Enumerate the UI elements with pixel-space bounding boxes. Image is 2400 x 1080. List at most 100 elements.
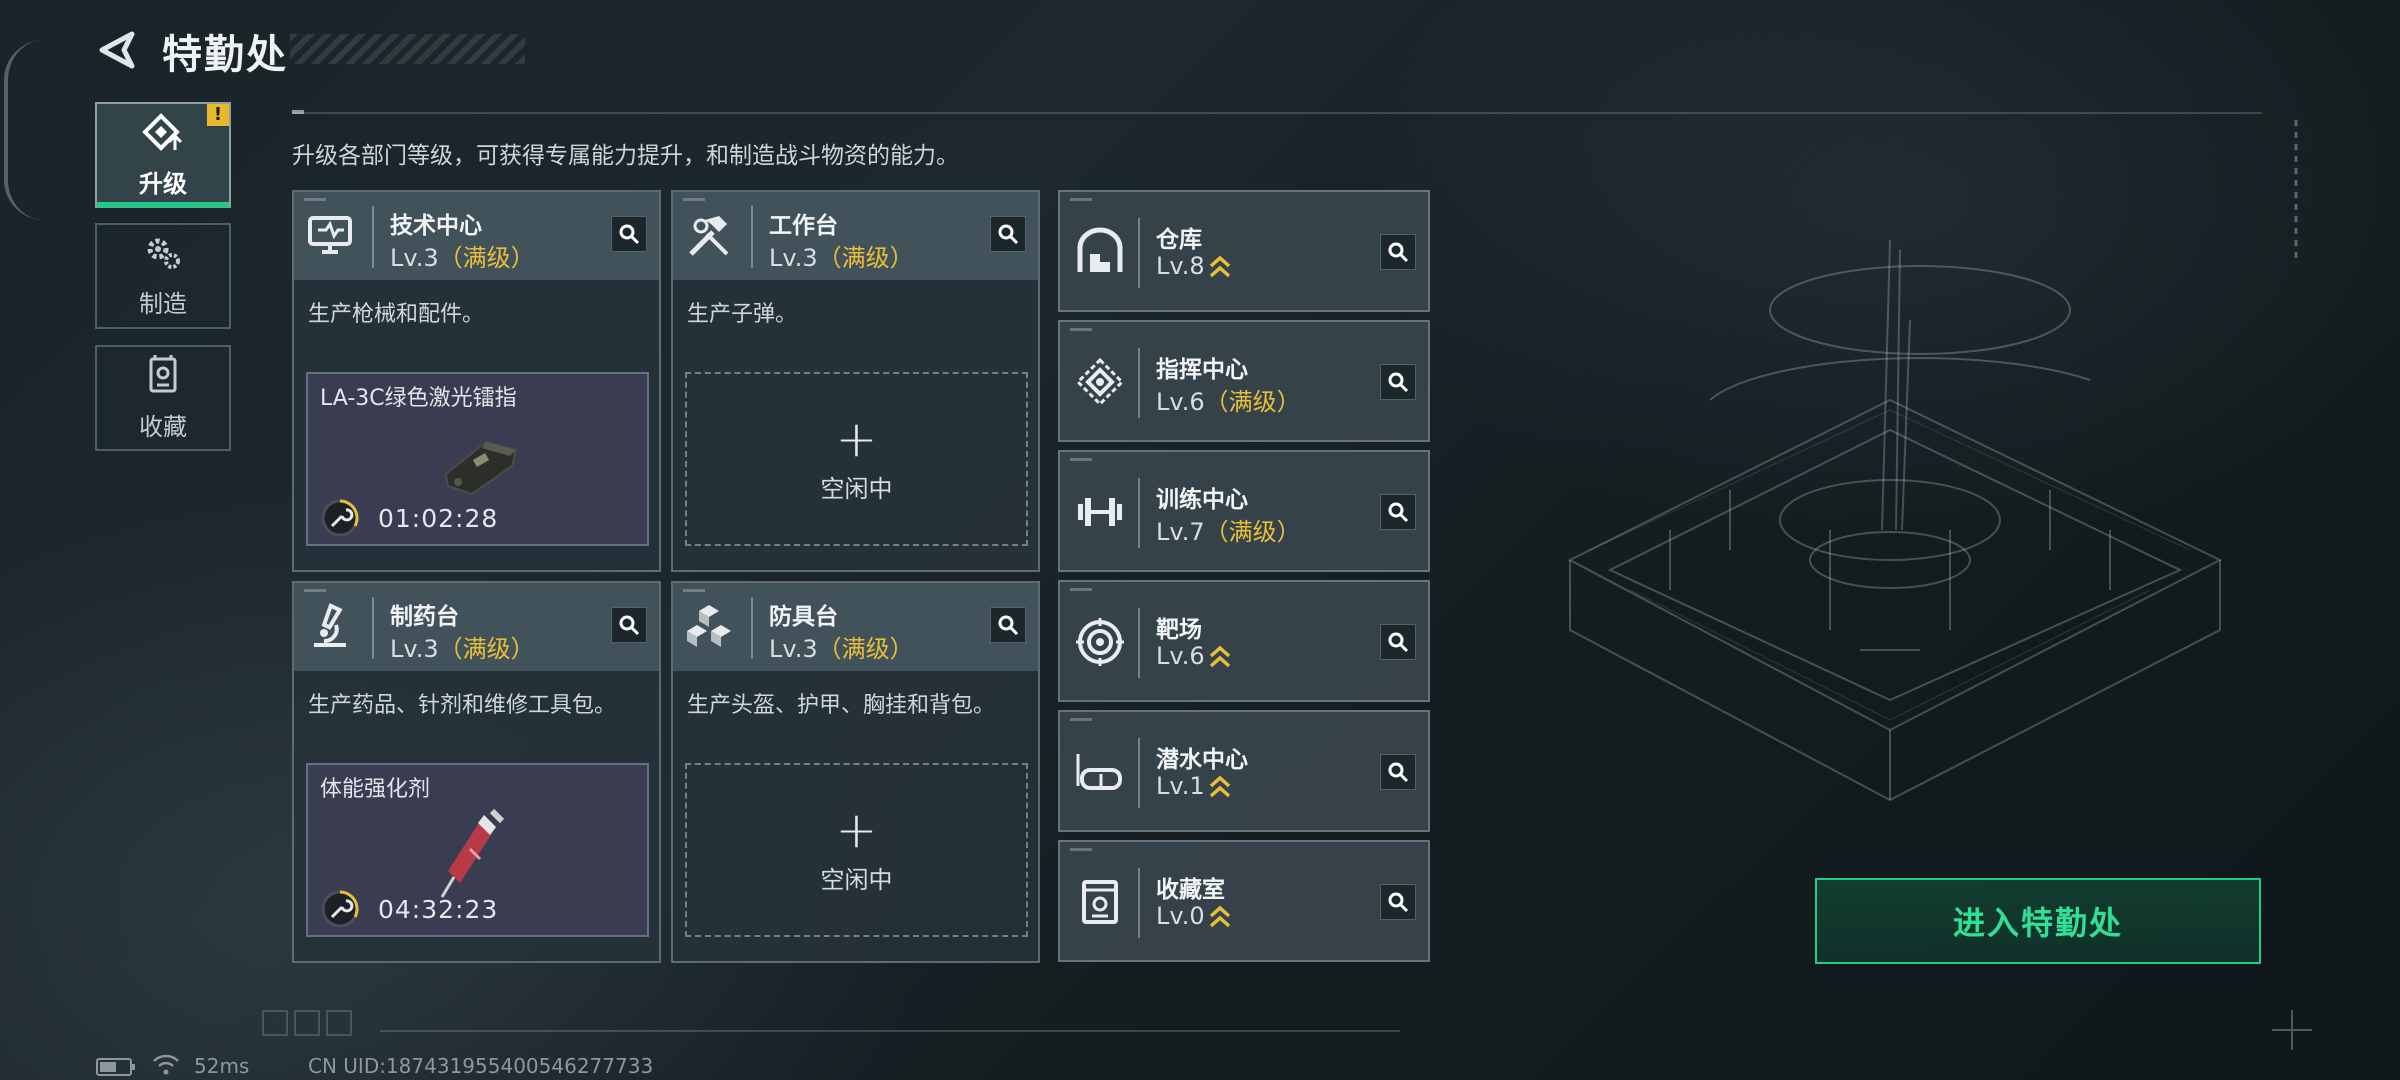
dept-name: 仓库 xyxy=(1156,227,1202,253)
search-button[interactable] xyxy=(990,216,1026,252)
dept-level: Lv.1 xyxy=(1156,772,1231,800)
idle-label: 空闲中 xyxy=(820,865,893,894)
dept-card-warehouse[interactable]: 仓库 Lv.8 xyxy=(1058,190,1430,312)
header-separator xyxy=(1138,218,1140,288)
tab-craft[interactable]: 制造 xyxy=(95,223,231,329)
dept-card-armor-bench[interactable]: 防具台 Lv.3（满级） 生产头盔、护甲、胸挂和背包。 + 空闲中 xyxy=(671,581,1040,963)
card-tag-decoration xyxy=(304,589,326,592)
add-icon: + xyxy=(835,409,878,468)
production-timer: 04:32:23 xyxy=(378,895,499,924)
collection-room-icon xyxy=(1074,876,1126,928)
dept-name: 防具台 xyxy=(769,604,838,630)
level-value: Lv.3 xyxy=(769,635,818,663)
dept-card-diving-center[interactable]: 潜水中心 Lv.1 xyxy=(1058,710,1430,832)
diving-mask-icon xyxy=(1074,746,1126,798)
enter-button-label: 进入特勤处 xyxy=(1952,904,2123,942)
max-level-tag: （满级） xyxy=(817,635,914,663)
command-center-icon xyxy=(1074,356,1126,408)
dept-card-command-center[interactable]: 指挥中心 Lv.6（满级） xyxy=(1058,320,1430,442)
card-tag-decoration xyxy=(1070,718,1092,721)
search-button[interactable] xyxy=(1380,234,1416,270)
warehouse-icon xyxy=(1074,226,1126,278)
header-separator xyxy=(372,597,374,659)
dept-card-workbench[interactable]: 工作台 Lv.3（满级） 生产子弹。 + 空闲中 xyxy=(671,190,1040,572)
dept-card-header: 防具台 Lv.3（满级） xyxy=(673,583,1038,671)
dept-name: 潜水中心 xyxy=(1156,747,1248,773)
tab-upgrade[interactable]: ! 升级 xyxy=(95,102,231,208)
laser-sight-item-icon xyxy=(436,424,526,504)
card-tag-decoration xyxy=(1070,848,1092,851)
production-timer: 01:02:28 xyxy=(378,504,499,533)
dept-card-header: 制药台 Lv.3（满级） xyxy=(294,583,659,671)
dept-card-tech-center[interactable]: 技术中心 Lv.3（满级） 生产枪械和配件。 LA-3C绿色激光镭指 01:02… xyxy=(292,190,661,572)
dept-level: Lv.6（满级） xyxy=(1156,382,1301,417)
production-item-name: 体能强化剂 xyxy=(320,777,431,802)
search-icon xyxy=(1388,892,1409,913)
card-tag-decoration xyxy=(1070,588,1092,591)
search-button[interactable] xyxy=(1380,884,1416,920)
back-arrow-icon[interactable] xyxy=(96,28,140,72)
level-value: Lv.6 xyxy=(1156,388,1205,416)
dept-card-training-center[interactable]: 训练中心 Lv.7（满级） xyxy=(1058,450,1430,572)
card-tag-decoration xyxy=(304,198,326,201)
level-value: Lv.1 xyxy=(1156,772,1205,800)
dept-name: 指挥中心 xyxy=(1156,357,1248,383)
search-button[interactable] xyxy=(990,607,1026,643)
tab-label: 制造 xyxy=(139,289,187,318)
search-button[interactable] xyxy=(611,216,647,252)
search-button[interactable] xyxy=(1380,364,1416,400)
tab-collection[interactable]: 收藏 xyxy=(95,345,231,451)
card-tag-decoration xyxy=(1070,328,1092,331)
add-icon: + xyxy=(835,800,878,859)
dept-card-pharmacy[interactable]: 制药台 Lv.3（满级） 生产药品、针剂和维修工具包。 体能强化剂 04:32:… xyxy=(292,581,661,963)
search-icon xyxy=(998,224,1019,245)
dumbbell-icon xyxy=(1074,486,1126,538)
crosshair-decoration-icon xyxy=(2272,1010,2312,1050)
enter-special-ops-button[interactable]: 进入特勤处 xyxy=(1815,878,2261,964)
left-edge-arc xyxy=(4,40,44,220)
search-icon xyxy=(998,615,1019,636)
max-level-tag: （满级） xyxy=(1204,388,1301,416)
dept-name: 制药台 xyxy=(390,604,459,630)
dept-card-collection-room[interactable]: 收藏室 Lv.0 xyxy=(1058,840,1430,962)
header-separator xyxy=(1138,868,1140,938)
header-separator xyxy=(1138,608,1140,678)
player-uid: CN UID:1874319554005462777​33 xyxy=(308,1054,654,1078)
title-stripe-decoration xyxy=(290,34,525,64)
dept-card-shooting-range[interactable]: 靶场 Lv.6 xyxy=(1058,580,1430,702)
collection-icon xyxy=(145,354,181,399)
facility-hologram-image xyxy=(1530,230,2250,830)
search-icon xyxy=(1388,372,1409,393)
search-button[interactable] xyxy=(611,607,647,643)
production-slot[interactable]: 体能强化剂 04:32:23 xyxy=(306,763,649,937)
idle-production-slot[interactable]: + 空闲中 xyxy=(685,372,1028,546)
search-icon xyxy=(619,224,640,245)
search-button[interactable] xyxy=(1380,754,1416,790)
idle-production-slot[interactable]: + 空闲中 xyxy=(685,763,1028,937)
search-icon xyxy=(1388,762,1409,783)
dept-level: Lv.3（满级） xyxy=(390,629,535,664)
dept-level: Lv.3（满级） xyxy=(769,629,914,664)
dept-description: 生产头盔、护甲、胸挂和背包。 xyxy=(687,693,996,718)
level-value: Lv.7 xyxy=(1156,518,1205,546)
dept-name: 训练中心 xyxy=(1156,487,1248,513)
hammer-wrench-icon xyxy=(683,210,735,262)
max-level-tag: （满级） xyxy=(438,635,535,663)
wrench-timer-icon xyxy=(320,889,360,929)
production-slot[interactable]: LA-3C绿色激光镭指 01:02:28 xyxy=(306,372,649,546)
craft-gear-icon xyxy=(143,234,183,276)
dept-level: Lv.3（满级） xyxy=(769,238,914,273)
search-button[interactable] xyxy=(1380,494,1416,530)
upgradeable-chevron-icon xyxy=(1209,905,1230,928)
level-value: Lv.3 xyxy=(390,635,439,663)
level-value: Lv.8 xyxy=(1156,252,1205,280)
header-separator xyxy=(751,206,753,268)
dept-level: Lv.6 xyxy=(1156,642,1231,670)
battery-icon xyxy=(96,1058,136,1076)
dept-description: 生产子弹。 xyxy=(687,302,798,327)
dept-name: 技术中心 xyxy=(390,213,482,239)
search-button[interactable] xyxy=(1380,624,1416,660)
top-divider xyxy=(292,112,2262,114)
header-separator xyxy=(1138,478,1140,548)
header-separator xyxy=(1138,738,1140,808)
